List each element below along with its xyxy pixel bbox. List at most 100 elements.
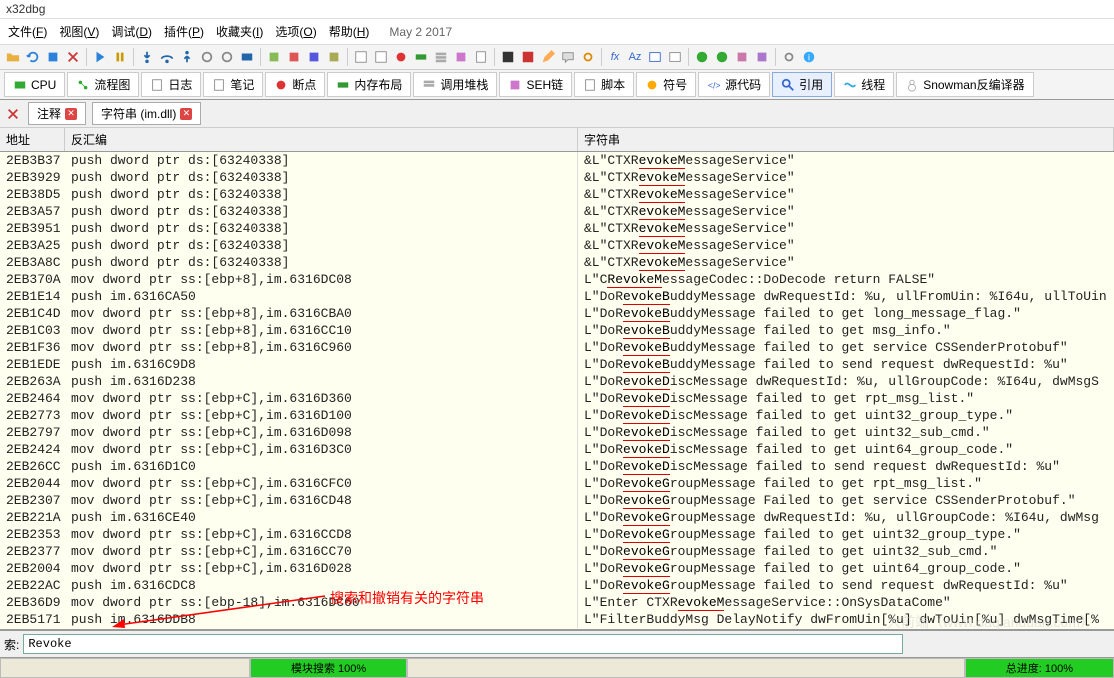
tab-note[interactable]: 笔记: [203, 72, 263, 97]
step-into-icon[interactable]: [138, 48, 156, 66]
table-row[interactable]: 2EB370Amov dword ptr ss:[ebp+8],im.6316D…: [0, 271, 1114, 288]
edit-icon[interactable]: [539, 48, 557, 66]
table-row[interactable]: 2EB2773mov dword ptr ss:[ebp+C],im.6316D…: [0, 407, 1114, 424]
step-over-icon[interactable]: [158, 48, 176, 66]
tab-stack[interactable]: 调用堆栈: [413, 72, 497, 97]
plugin3-icon[interactable]: [733, 48, 751, 66]
table-row[interactable]: 2EB1C4Dmov dword ptr ss:[ebp+8],im.6316C…: [0, 305, 1114, 322]
table-row[interactable]: 2EB3951push dword ptr ds:[63240338]&L"CT…: [0, 220, 1114, 237]
trace-over-icon[interactable]: [218, 48, 236, 66]
table-row[interactable]: 2EB3A25push dword ptr ds:[63240338]&L"CT…: [0, 237, 1114, 254]
open-icon[interactable]: [4, 48, 22, 66]
doctab-comments[interactable]: 注释✕: [28, 102, 86, 125]
table-row[interactable]: 2EB3A57push dword ptr ds:[63240338]&L"CT…: [0, 203, 1114, 220]
tab-mem[interactable]: 内存布局: [327, 72, 411, 97]
bp-icon[interactable]: [392, 48, 410, 66]
doc-close-icon[interactable]: [4, 105, 22, 123]
script-icon[interactable]: [472, 48, 490, 66]
table-row[interactable]: 2EB1EDEpush im.6316C9D8L"DoRevokeBuddyMe…: [0, 356, 1114, 373]
hex-icon[interactable]: [666, 48, 684, 66]
cell-disasm: mov dword ptr ss:[ebp+C],im.6316D098: [65, 424, 578, 441]
header-address[interactable]: 地址: [0, 128, 65, 151]
close-icon[interactable]: [64, 48, 82, 66]
table-row[interactable]: 2EB221Apush im.6316CE40L"DoRevokeGroupMe…: [0, 509, 1114, 526]
stack-icon[interactable]: [432, 48, 450, 66]
run-to-icon[interactable]: [238, 48, 256, 66]
tool-2-icon[interactable]: [285, 48, 303, 66]
tab-cpu[interactable]: CPU: [4, 72, 65, 97]
table-row[interactable]: 2EB2307mov dword ptr ss:[ebp+C],im.6316C…: [0, 492, 1114, 509]
pause-icon[interactable]: [111, 48, 129, 66]
table-row[interactable]: 2EB3B37push dword ptr ds:[63240338]&L"CT…: [0, 152, 1114, 169]
header-string[interactable]: 字符串: [578, 128, 1114, 151]
tab-script[interactable]: 脚本: [574, 72, 634, 97]
table-row[interactable]: 2EB1F36mov dword ptr ss:[ebp+8],im.6316C…: [0, 339, 1114, 356]
trace-into-icon[interactable]: [198, 48, 216, 66]
stop-icon[interactable]: [44, 48, 62, 66]
doctab-strings[interactable]: 字符串 (im.dll)✕: [92, 102, 201, 125]
settings-icon[interactable]: [780, 48, 798, 66]
step-out-icon[interactable]: [178, 48, 196, 66]
table-row[interactable]: 2EB263Apush im.6316D238L"DoRevokeDiscMes…: [0, 373, 1114, 390]
close-icon[interactable]: ✕: [65, 108, 77, 120]
menu-plugins[interactable]: 插件(P): [160, 21, 208, 42]
cell-disasm: mov dword ptr ss:[ebp+C],im.6316D028: [65, 560, 578, 577]
link-icon[interactable]: [579, 48, 597, 66]
patch-icon[interactable]: [499, 48, 517, 66]
cell-string: L"DoRevokeDiscMessage failed to get uint…: [578, 441, 1114, 458]
log-icon[interactable]: [352, 48, 370, 66]
tab-seh[interactable]: SEH链: [499, 72, 572, 97]
mem-icon[interactable]: [412, 48, 430, 66]
menu-file[interactable]: 文件(F): [4, 21, 51, 42]
refresh-icon[interactable]: [24, 48, 42, 66]
tab-sym[interactable]: 符号: [636, 72, 696, 97]
menu-view[interactable]: 视图(V): [55, 21, 103, 42]
table-row[interactable]: 2EB36D9mov dword ptr ss:[ebp-18],im.6316…: [0, 594, 1114, 611]
table-row[interactable]: 2EB1C03mov dword ptr ss:[ebp+8],im.6316C…: [0, 322, 1114, 339]
tab-thread[interactable]: 线程: [834, 72, 894, 97]
calc-icon[interactable]: fx: [606, 48, 624, 66]
results-grid[interactable]: 2EB3B37push dword ptr ds:[63240338]&L"CT…: [0, 152, 1114, 630]
tool-3-icon[interactable]: [305, 48, 323, 66]
table-row[interactable]: 2EB2377mov dword ptr ss:[ebp+C],im.6316C…: [0, 543, 1114, 560]
table-row[interactable]: 2EB38D5push dword ptr ds:[63240338]&L"CT…: [0, 186, 1114, 203]
menu-help[interactable]: 帮助(H): [325, 21, 374, 42]
table-row[interactable]: 2EB2464mov dword ptr ss:[ebp+C],im.6316D…: [0, 390, 1114, 407]
table-row[interactable]: 2EB2797mov dword ptr ss:[ebp+C],im.6316D…: [0, 424, 1114, 441]
tool-1-icon[interactable]: [265, 48, 283, 66]
asm-icon[interactable]: [646, 48, 664, 66]
table-row[interactable]: 2EB2424mov dword ptr ss:[ebp+C],im.6316D…: [0, 441, 1114, 458]
table-row[interactable]: 2EB2004mov dword ptr ss:[ebp+C],im.6316D…: [0, 560, 1114, 577]
menu-debug[interactable]: 调试(D): [107, 21, 156, 42]
table-row[interactable]: 2EB3A8Cpush dword ptr ds:[63240338]&L"CT…: [0, 254, 1114, 271]
plugin4-icon[interactable]: [753, 48, 771, 66]
search-input[interactable]: [23, 634, 903, 654]
tab-ref[interactable]: 引用: [772, 72, 832, 97]
seh-icon[interactable]: [452, 48, 470, 66]
about-icon[interactable]: i: [800, 48, 818, 66]
tab-src[interactable]: </>源代码: [698, 72, 770, 97]
tab-flow[interactable]: 流程图: [67, 72, 139, 97]
plugin2-icon[interactable]: [713, 48, 731, 66]
tab-snow[interactable]: Snowman反编译器: [896, 72, 1033, 97]
plugin1-icon[interactable]: [693, 48, 711, 66]
table-row[interactable]: 2EB22ACpush im.6316CDC8L"DoRevokeGroupMe…: [0, 577, 1114, 594]
tool-4-icon[interactable]: [325, 48, 343, 66]
ascii-icon[interactable]: Az: [626, 48, 644, 66]
run-icon[interactable]: [91, 48, 109, 66]
menu-fav[interactable]: 收藏夹(I): [212, 21, 267, 42]
table-row[interactable]: 2EB1E14push im.6316CA50L"DoRevokeBuddyMe…: [0, 288, 1114, 305]
comment-icon[interactable]: [559, 48, 577, 66]
header-disasm[interactable]: 反汇编: [65, 128, 578, 151]
notes-icon[interactable]: [372, 48, 390, 66]
table-row[interactable]: 2EB3929push dword ptr ds:[63240338]&L"CT…: [0, 169, 1114, 186]
menu-options[interactable]: 选项(O): [271, 21, 320, 42]
table-row[interactable]: 2EB2353mov dword ptr ss:[ebp+C],im.6316C…: [0, 526, 1114, 543]
table-row[interactable]: 2EB2044mov dword ptr ss:[ebp+C],im.6316C…: [0, 475, 1114, 492]
table-row[interactable]: 2EB26CCpush im.6316D1C0L"DoRevokeDiscMes…: [0, 458, 1114, 475]
ref-icon: [781, 78, 795, 92]
tab-log[interactable]: 日志: [141, 72, 201, 97]
tab-bp[interactable]: 断点: [265, 72, 325, 97]
patch2-icon[interactable]: [519, 48, 537, 66]
close-icon[interactable]: ✕: [180, 108, 192, 120]
